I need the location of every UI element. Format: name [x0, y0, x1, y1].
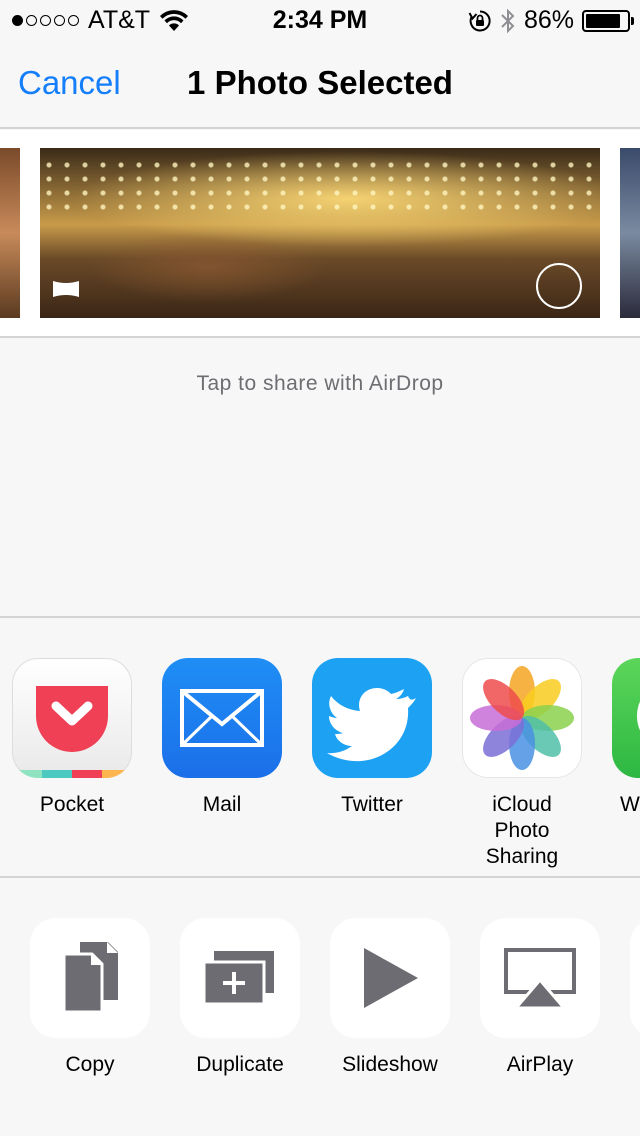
duplicate-icon — [180, 918, 300, 1038]
battery-percent: 86% — [523, 6, 574, 34]
action-label: Duplicate — [196, 1053, 284, 1076]
share-app-icloud-photo-sharing[interactable]: iCloud Photo Sharing — [462, 658, 582, 870]
nav-bar: Cancel 1 Photo Selected — [0, 40, 640, 128]
photo-thumbnail-next[interactable] — [620, 148, 640, 318]
action-duplicate[interactable]: Duplicate — [180, 918, 300, 1078]
action-copy[interactable]: Copy — [30, 918, 150, 1078]
share-app-label: W — [620, 793, 640, 816]
action-slideshow[interactable]: Slideshow — [330, 918, 450, 1078]
share-app-label: Mail — [202, 793, 242, 816]
pocket-icon — [12, 658, 132, 778]
action-more[interactable] — [630, 918, 640, 1038]
photo-strip[interactable] — [0, 130, 640, 336]
airdrop-hint: Tap to share with AirDrop — [196, 372, 444, 395]
action-label: Slideshow — [342, 1053, 438, 1076]
action-label: AirPlay — [506, 1053, 574, 1076]
divider — [0, 336, 640, 338]
selection-checkmark[interactable] — [536, 263, 582, 309]
action-label: Copy — [65, 1053, 115, 1076]
airplay-icon — [480, 918, 600, 1038]
twitter-icon — [312, 658, 432, 778]
actions-row[interactable]: Copy Duplicate Slideshow AirPlay — [0, 878, 640, 1136]
page-title: 1 Photo Selected — [187, 64, 453, 101]
bluetooth-icon — [501, 8, 515, 33]
share-apps-row[interactable]: Pocket Mail Twitter iCloud Photo Sharing… — [0, 618, 640, 876]
status-right: 86% — [468, 6, 634, 35]
copy-icon — [30, 918, 150, 1038]
share-app-pocket[interactable]: Pocket — [12, 658, 132, 818]
divider — [0, 127, 640, 129]
share-app-label: iCloud Photo Sharing — [485, 793, 559, 868]
share-app-mail[interactable]: Mail — [162, 658, 282, 818]
slideshow-icon — [330, 918, 450, 1038]
whatsapp-icon — [612, 658, 640, 778]
photo-thumbnail-previous[interactable] — [0, 148, 20, 318]
panorama-icon — [53, 281, 79, 297]
status-bar: AT&T 2:34 PM 86% — [0, 0, 640, 40]
battery-icon — [582, 9, 634, 32]
share-app-label: Pocket — [39, 793, 105, 816]
mail-icon — [162, 658, 282, 778]
action-icon-partial — [630, 918, 640, 1038]
action-airplay[interactable]: AirPlay — [480, 918, 600, 1078]
battery-fill — [586, 13, 621, 28]
orientation-lock-icon — [468, 9, 491, 31]
carousel-lights — [40, 158, 600, 218]
share-app-whatsapp[interactable]: W — [612, 658, 640, 818]
photos-icon — [462, 658, 582, 778]
share-app-label: Twitter — [341, 793, 403, 816]
share-app-twitter[interactable]: Twitter — [312, 658, 432, 818]
